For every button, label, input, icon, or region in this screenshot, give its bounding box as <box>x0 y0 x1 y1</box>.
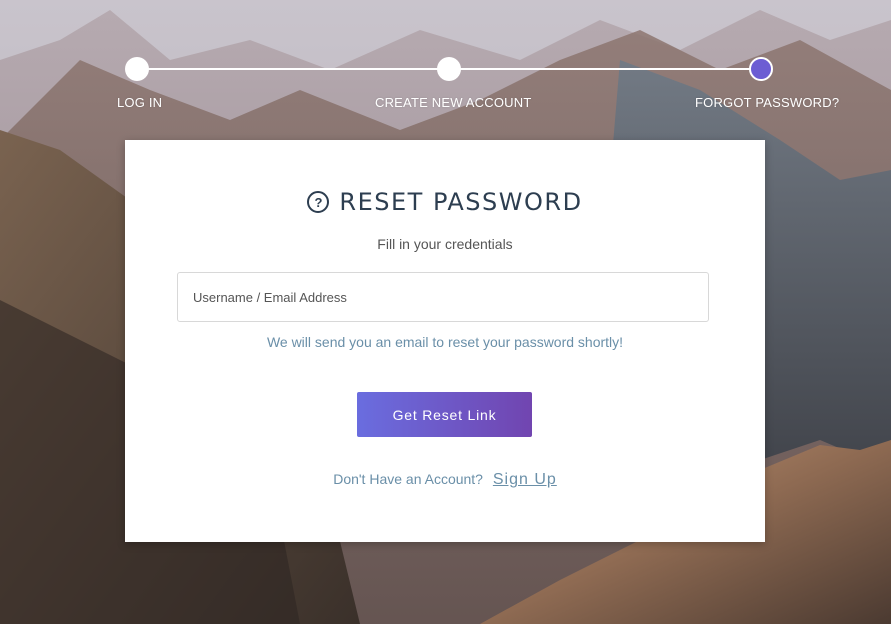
step-label-create-account[interactable]: CREATE NEW ACCOUNT <box>375 95 531 110</box>
page-title: RESET PASSWORD <box>339 188 583 216</box>
step-label-log-in[interactable]: LOG IN <box>117 95 162 110</box>
sign-up-link[interactable]: Sign Up <box>493 471 557 488</box>
step-dot-create-account[interactable] <box>437 57 461 81</box>
signup-row: Don't Have an Account? Sign Up <box>125 471 765 489</box>
question-circle-icon: ? <box>307 191 330 213</box>
step-label-forgot-password[interactable]: FORGOT PASSWORD? <box>695 95 839 110</box>
card-header: ? RESET PASSWORD <box>125 188 765 216</box>
card-subtitle: Fill in your credentials <box>377 236 513 252</box>
reset-hint-text: We will send you an email to reset your … <box>266 334 624 350</box>
get-reset-link-button[interactable]: Get Reset Link <box>357 392 532 437</box>
username-email-input[interactable] <box>177 272 709 322</box>
reset-password-card: ? RESET PASSWORD Fill in your credential… <box>125 140 765 542</box>
signup-prompt: Don't Have an Account? <box>333 471 483 487</box>
step-dot-log-in[interactable] <box>125 57 149 81</box>
step-dot-forgot-password[interactable] <box>749 57 773 81</box>
progress-stepper: LOG IN CREATE NEW ACCOUNT FORGOT PASSWOR… <box>0 0 891 120</box>
